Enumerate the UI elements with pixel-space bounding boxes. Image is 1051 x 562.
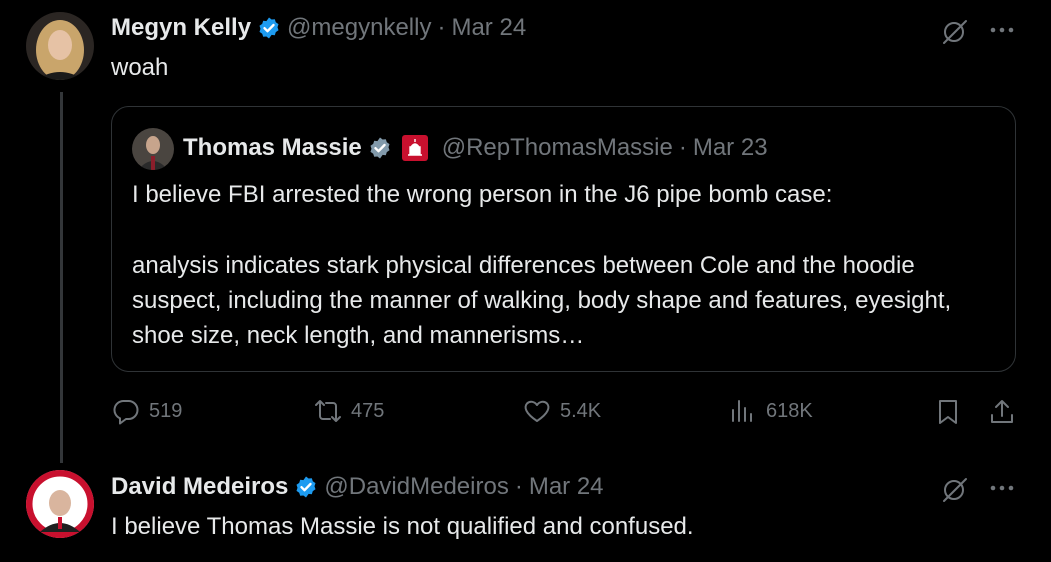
views-count: 618K <box>766 399 813 422</box>
tweet2-header: David Medeiros @DavidMedeiros · Mar 24 <box>111 473 604 501</box>
tweet-date[interactable]: Mar 23 <box>693 134 768 162</box>
repost-button[interactable]: 475 <box>313 396 384 426</box>
avatar-megyn-kelly[interactable] <box>26 12 94 80</box>
views-button[interactable]: 618K <box>728 396 813 426</box>
share-icon <box>991 400 1013 423</box>
reply-icon <box>113 399 139 425</box>
repost-count: 475 <box>351 399 385 422</box>
tweet-date[interactable]: Mar 24 <box>451 14 526 42</box>
grok-icon[interactable] <box>940 474 970 504</box>
repost-icon <box>315 400 341 422</box>
like-count: 5.4K <box>560 399 602 422</box>
quote-header: Thomas Massie @RepThomasMassie · Mar 23 <box>183 134 768 162</box>
verified-badge-icon[interactable] <box>294 475 318 499</box>
reply-button[interactable]: 519 <box>111 396 182 426</box>
author-name[interactable]: Megyn Kelly <box>111 14 251 42</box>
author-handle[interactable]: @megynkelly <box>287 14 431 42</box>
separator: · <box>437 14 446 41</box>
author-name[interactable]: David Medeiros <box>111 473 288 501</box>
avatar-thomas-massie[interactable] <box>132 128 174 170</box>
separator: · <box>514 473 523 500</box>
more-icon[interactable] <box>988 20 1016 40</box>
author-handle[interactable]: @RepThomasMassie <box>442 134 673 162</box>
bookmark-button[interactable] <box>933 397 963 432</box>
tweet-text: I believe Thomas Massie is not qualified… <box>111 513 694 540</box>
like-button[interactable]: 5.4K <box>522 396 601 426</box>
share-button[interactable] <box>987 397 1017 432</box>
reply-count: 519 <box>149 399 183 422</box>
quote-text-line1: I believe FBI arrested the wrong person … <box>132 181 833 208</box>
verified-badge-icon[interactable] <box>257 16 281 40</box>
verified-badge-icon[interactable] <box>368 136 392 160</box>
like-icon <box>524 400 550 422</box>
author-name[interactable]: Thomas Massie <box>183 134 362 162</box>
avatar-david-medeiros[interactable] <box>26 470 94 538</box>
quote-text-paragraph: analysis indicates stark physical differ… <box>132 252 952 349</box>
capitol-icon[interactable] <box>401 135 428 161</box>
tweet1-header: Megyn Kelly @megynkelly · Mar 24 <box>111 14 526 42</box>
views-icon <box>732 400 752 422</box>
author-handle[interactable]: @DavidMedeiros <box>324 473 508 501</box>
grok-icon[interactable] <box>940 16 970 46</box>
tweet-date[interactable]: Mar 24 <box>529 473 604 501</box>
thread-line <box>60 92 63 463</box>
bookmark-icon <box>939 400 957 424</box>
separator: · <box>678 134 687 161</box>
more-icon[interactable] <box>988 478 1016 498</box>
tweet-text: woah <box>111 54 169 81</box>
